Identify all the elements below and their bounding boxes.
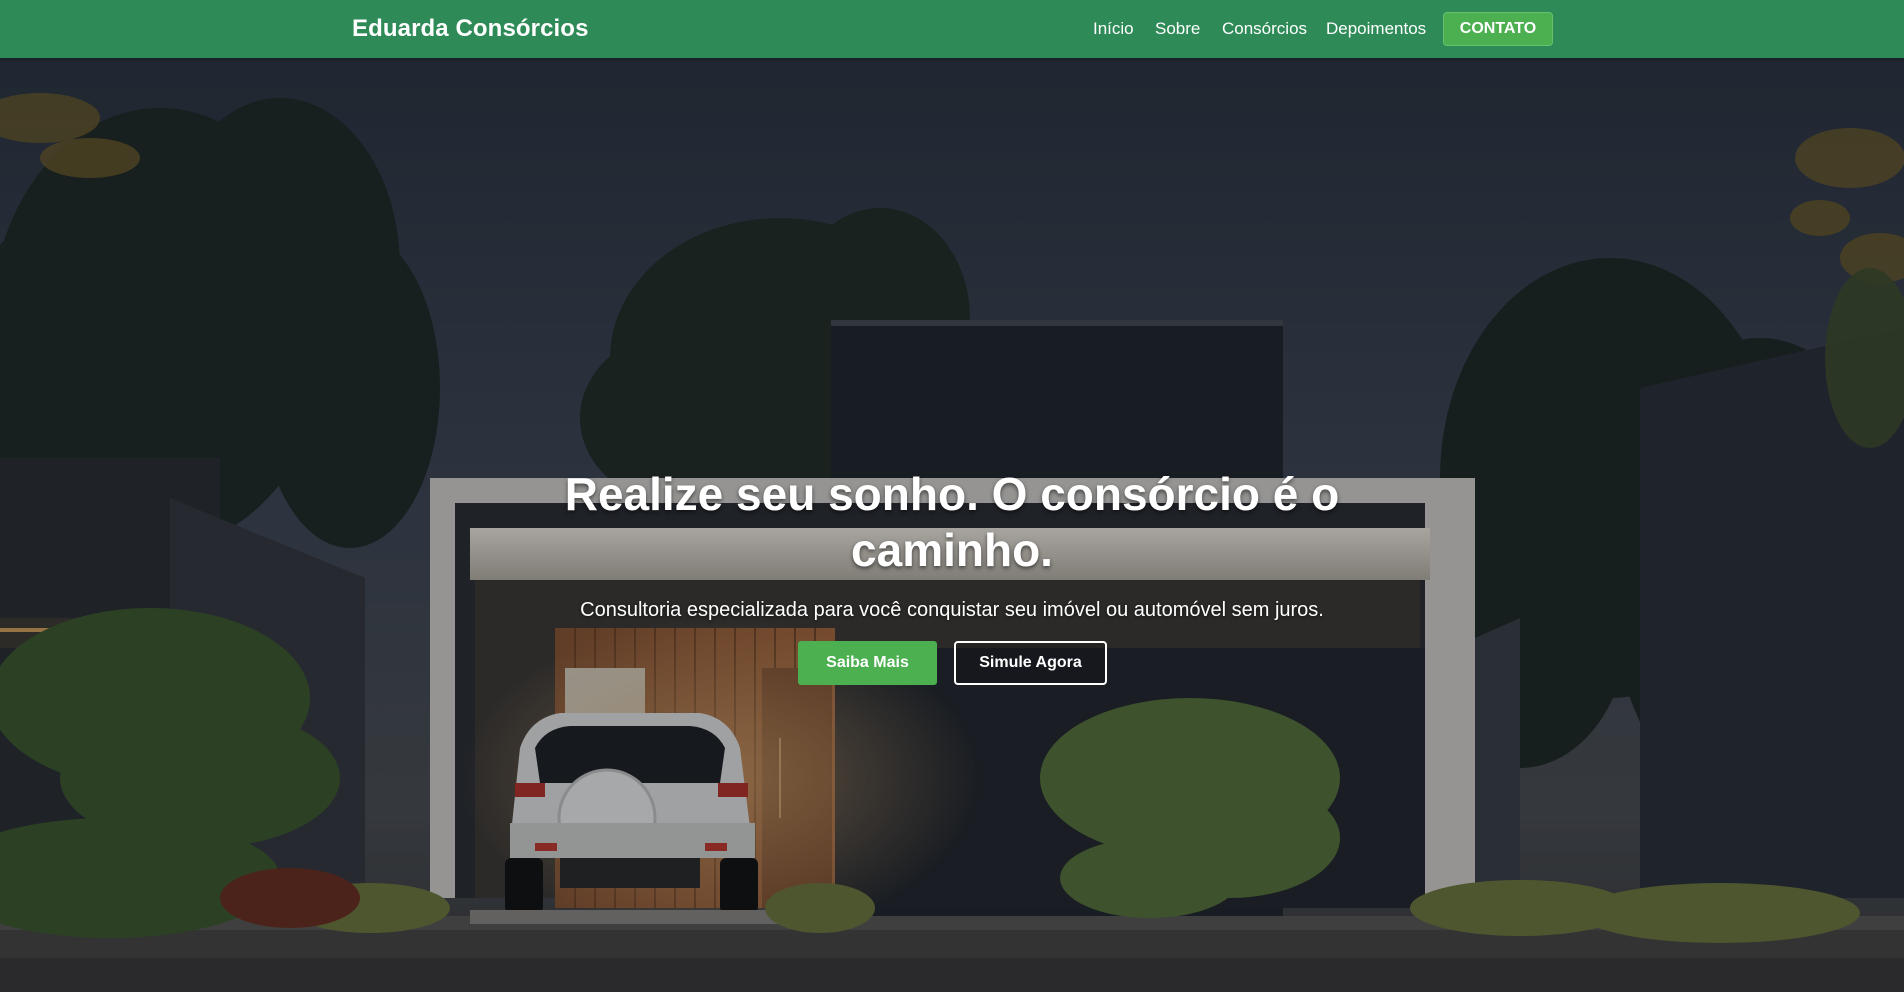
nav-menu: Início Sobre Consórcios Depoimentos — [0, 0, 1904, 58]
nav-link-depoimentos[interactable]: Depoimentos — [1326, 19, 1426, 39]
hero-section: Realize seu sonho. O consórcio é o camin… — [0, 58, 1904, 992]
learn-more-button[interactable]: Saiba Mais — [798, 641, 937, 685]
simulate-now-button[interactable]: Simule Agora — [954, 641, 1107, 685]
navbar: Eduarda Consórcios Início Sobre Consórci… — [0, 0, 1904, 58]
hero-content: Realize seu sonho. O consórcio é o camin… — [0, 58, 1904, 992]
contact-button[interactable]: CONTATO — [1443, 12, 1553, 46]
nav-link-consorcios[interactable]: Consórcios — [1222, 19, 1307, 39]
hero-title: Realize seu sonho. O consórcio é o camin… — [564, 468, 1340, 576]
nav-link-sobre[interactable]: Sobre — [1155, 19, 1200, 39]
nav-link-inicio[interactable]: Início — [1093, 19, 1134, 39]
hero-subtitle: Consultoria especializada para você conq… — [580, 599, 1324, 621]
